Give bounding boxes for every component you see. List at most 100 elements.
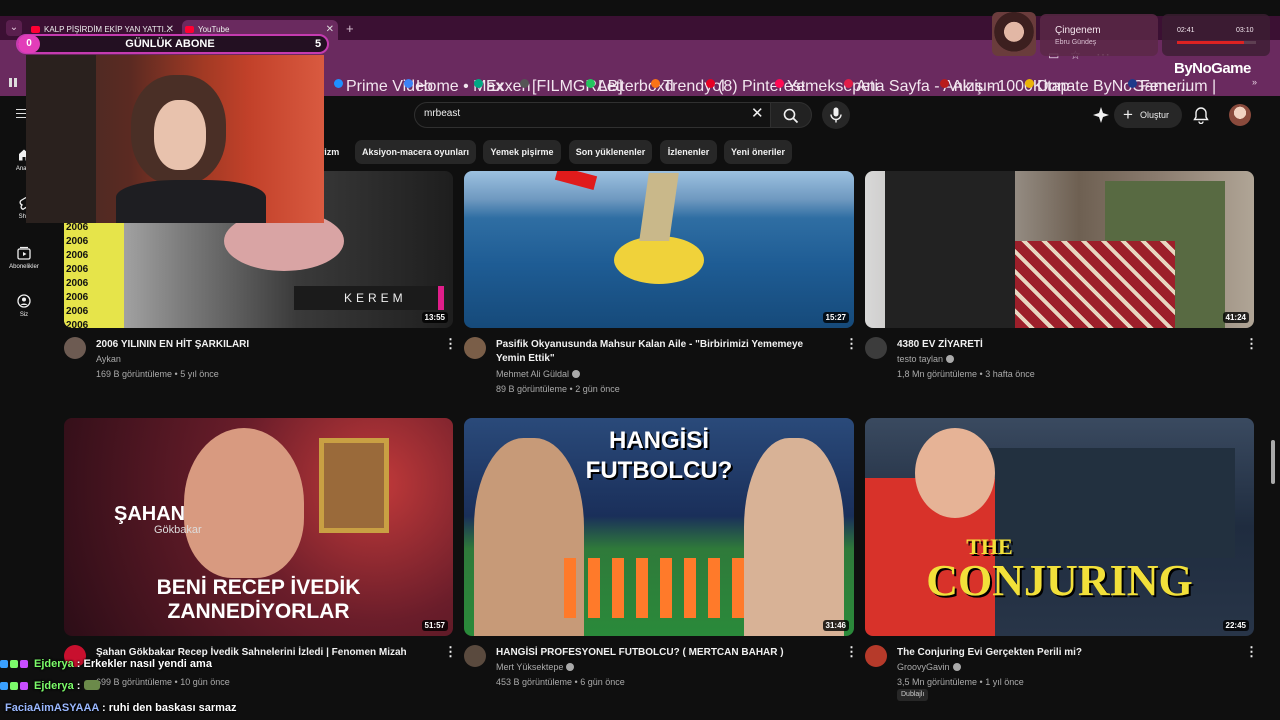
chip-izlenenler[interactable]: İzlenenler — [660, 140, 717, 164]
person-left — [885, 171, 1015, 328]
thumb-headline: THE CONJURING — [926, 534, 1193, 605]
tab-search-button[interactable]: ⌄ — [6, 20, 22, 36]
clear-search-icon[interactable]: ✕ — [751, 104, 764, 122]
more-actions-icon[interactable]: ⋮ — [845, 644, 858, 660]
more-actions-icon[interactable]: ⋮ — [444, 336, 457, 352]
channel-name-row[interactable]: GroovyGavin — [897, 662, 961, 672]
video-duration: 51:57 — [421, 620, 448, 631]
video-meta: 1,8 Mn görüntüleme • 3 hafta önce — [897, 369, 1035, 379]
face-shape — [154, 100, 206, 170]
subscriber-goal-target: 5 — [315, 38, 322, 50]
thumb-name: ŞAHAN — [114, 503, 186, 525]
channel-avatar[interactable] — [464, 337, 486, 359]
chip-yemek[interactable]: Yemek pişirme — [483, 140, 561, 164]
raft-shape — [614, 236, 704, 284]
more-actions-icon[interactable]: ⋮ — [1245, 336, 1258, 352]
notifications-bell-icon[interactable] — [1192, 106, 1210, 124]
video-title[interactable]: The Conjuring Evi Gerçekten Perili mi? — [897, 646, 1227, 660]
video-thumbnail[interactable]: HANGİSİ FUTBOLCU? 31:46 — [464, 418, 854, 636]
more-actions-icon[interactable]: ⋮ — [845, 336, 858, 352]
webcam-overlay — [26, 55, 324, 223]
apps-grid-icon[interactable] — [9, 78, 18, 87]
tab-label: KALP PİŞİRDİM EKİP YAN YATTI... — [44, 25, 171, 34]
channel-name-row[interactable]: Mert Yüksektepe — [496, 662, 575, 672]
gemini-sparkle-icon[interactable] — [1092, 106, 1110, 124]
bookmark-favicon-icon — [775, 79, 784, 88]
album-art — [992, 12, 1036, 56]
verified-check-icon — [572, 370, 581, 378]
subscriber-goal-current: 0 — [18, 35, 40, 53]
video-meta: 169 B görüntüleme • 5 yıl önce — [96, 369, 219, 379]
verified-check-icon — [566, 663, 575, 671]
more-actions-icon[interactable]: ⋮ — [444, 644, 457, 660]
account-avatar[interactable] — [1229, 104, 1251, 126]
sidebar-label: Siz — [19, 312, 29, 318]
chip-aksiyon[interactable]: Aksiyon-macera oyunları — [355, 140, 476, 164]
video-title[interactable]: Pasifik Okyanusunda Mahsur Kalan Aile - … — [496, 338, 814, 366]
youtube-favicon-icon — [31, 26, 40, 33]
subscriptions-icon — [17, 246, 31, 260]
face-shape — [915, 428, 995, 518]
chat-username: Ejderya — [34, 680, 74, 692]
players-row — [564, 558, 754, 618]
thumb-headline: BENİ RECEP İVEDİK ZANNEDİYORLAR — [156, 576, 361, 623]
search-button[interactable] — [770, 102, 812, 128]
tab-label: YouTube — [198, 25, 230, 34]
channel-avatar[interactable] — [865, 337, 887, 359]
person-right — [744, 438, 844, 636]
voice-search-button[interactable] — [822, 101, 850, 129]
create-button[interactable]: + Oluştur — [1114, 102, 1182, 128]
video-duration: 15:27 — [822, 312, 849, 323]
plus-icon: + — [1123, 105, 1133, 124]
more-bookmarks-icon[interactable]: » — [1252, 77, 1257, 87]
youtube-favicon-icon — [185, 26, 194, 33]
chip-son-yuklenenler[interactable]: Son yüklenenler — [569, 140, 652, 164]
video-thumbnail[interactable]: 15:27 — [464, 171, 854, 328]
video-title[interactable]: 4380 EV ZİYARETİ — [897, 338, 1227, 352]
create-label: Oluştur — [1140, 110, 1170, 120]
year-strip-text: 2006 2006 2006 2006 2006 2006 2006 2006 — [66, 222, 89, 328]
more-actions-icon[interactable]: ⋮ — [1245, 644, 1258, 660]
search-box[interactable] — [414, 102, 774, 128]
video-meta: 89 B görüntüleme • 2 gün önce — [496, 384, 620, 394]
channel-name: GroovyGavin — [897, 662, 950, 672]
channel-avatar[interactable] — [865, 645, 887, 667]
chat-username: FaciaAimASYAAA — [5, 702, 99, 714]
channel-name-row[interactable]: Mehmet Ali Güldal — [496, 369, 581, 379]
search-icon — [783, 108, 799, 124]
search-input[interactable]: mrbeast — [424, 108, 460, 119]
channel-avatar[interactable] — [464, 645, 486, 667]
channel-name: testo taylan — [897, 354, 944, 364]
chat-badges — [0, 658, 34, 670]
bookmark-favicon-icon — [651, 79, 660, 88]
channel-name: Mert Yüksektepe — [496, 662, 564, 672]
channel-name[interactable]: Aykan — [96, 354, 121, 364]
song-time-current: 02:41 — [1177, 27, 1195, 34]
new-tab-button[interactable]: + — [346, 21, 354, 36]
pillow-pattern — [1015, 241, 1175, 328]
sidebar-item-you[interactable]: Siz — [0, 294, 48, 318]
video-thumbnail[interactable]: THE CONJURING 22:45 — [865, 418, 1254, 636]
video-duration: 31:46 — [822, 620, 849, 631]
video-thumbnail[interactable]: 41:24 — [865, 171, 1254, 328]
page-scrollbar[interactable] — [1271, 440, 1275, 484]
chat-badges — [0, 680, 34, 692]
channel-name-row[interactable]: testo taylan — [897, 354, 955, 364]
bookmark-favicon-icon — [844, 79, 853, 88]
chat-text: ruhi den baskası sarmaz — [108, 702, 237, 714]
video-title[interactable]: 2006 YILININ EN HİT ŞARKILARI — [96, 338, 426, 352]
sidebar-item-subscriptions[interactable]: Abonelikler — [0, 246, 48, 270]
bookmark-favicon-icon — [940, 79, 949, 88]
chat-message: Ejderya : — [0, 680, 100, 692]
channel-avatar[interactable] — [64, 337, 86, 359]
user-circle-icon — [17, 294, 31, 308]
chip-yeni-oneriler[interactable]: Yeni öneriler — [724, 140, 792, 164]
video-thumbnail[interactable]: ŞAHAN Gökbakar BENİ RECEP İVEDİK ZANNEDİY… — [64, 418, 453, 636]
video-title[interactable]: HANGİSİ PROFESYONEL FUTBOLCU? ( MERTCAN … — [496, 646, 826, 660]
hamburger-menu-icon[interactable] — [16, 109, 26, 118]
shirt-shape — [116, 180, 266, 223]
face-shape — [184, 428, 304, 578]
song-progress-fill — [1177, 41, 1245, 44]
bookmark-favicon-icon — [520, 79, 529, 88]
video-duration: 22:45 — [1222, 620, 1249, 631]
